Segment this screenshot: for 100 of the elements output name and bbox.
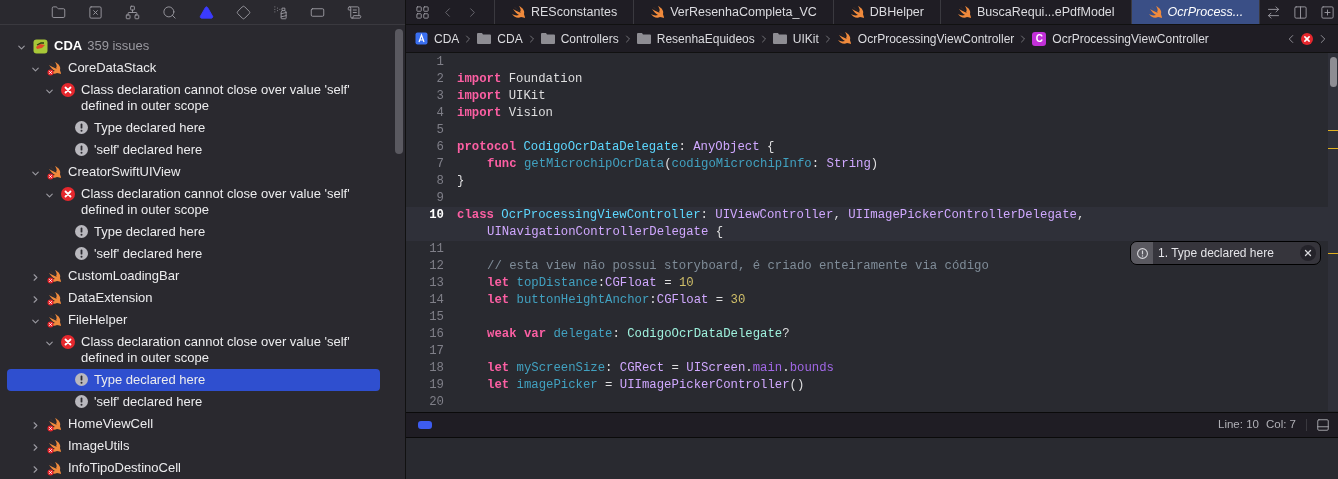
debug-toggle[interactable] [418, 421, 432, 429]
issue-row[interactable]: DataExtension [7, 287, 380, 309]
issue-row[interactable]: 'self' declared here [7, 243, 380, 265]
disclosure-chevron-icon[interactable] [30, 316, 41, 327]
file-name: ImageUtils [68, 438, 131, 454]
diamond-icon[interactable] [236, 4, 251, 20]
swift-file-icon [650, 4, 666, 20]
issue-row[interactable]: Class declaration cannot close over value 'self' defined in outer scope [7, 183, 380, 221]
issue-row[interactable]: Class declaration cannot close over value 'self' defined in outer scope [7, 79, 380, 117]
swift-file-error-icon [47, 313, 62, 328]
file-name: CoreDataStack [68, 60, 158, 76]
disclosure-chevron-icon[interactable] [44, 86, 55, 97]
issue-row[interactable]: Type declared here [7, 369, 380, 391]
file-name: FileHelper [68, 312, 129, 328]
scroll-bar-thumb[interactable] [395, 29, 403, 154]
line-number: 20 [428, 394, 444, 411]
hierarchy-icon[interactable] [125, 4, 140, 20]
folder-icon[interactable] [51, 4, 66, 20]
disclosure-chevron-icon[interactable] [16, 42, 27, 53]
code-line: let imagePicker = UIImagePickerController() [487, 377, 805, 394]
breadcrumb-item[interactable]: CDA [477, 29, 523, 48]
code-line: let topDistance:CGFloat = 10 [487, 275, 694, 292]
editor-tab[interactable]: RESconstantes [495, 0, 635, 24]
panel-toggle-icon[interactable] [1316, 418, 1330, 432]
breadcrumb-item[interactable]: UIKit [772, 29, 819, 48]
issue-row[interactable]: 'self' declared here [7, 391, 380, 413]
editor-tab[interactable]: DBHelper [833, 0, 941, 24]
code-line: // esta view não possui storyboard, é criado enteiramente via código [487, 258, 989, 275]
split-view-icon[interactable] [1293, 4, 1309, 20]
breadcrumb-item[interactable]: C OcrProcessingViewController [1032, 29, 1209, 48]
project-name: CDA [54, 38, 83, 54]
disclosure-chevron-icon[interactable] [44, 338, 55, 349]
note-message: 'self' declared here [94, 142, 204, 158]
exclamation-icon [75, 225, 88, 238]
add-editor-icon[interactable] [1320, 4, 1336, 20]
search-icon[interactable] [162, 4, 177, 20]
spray-can-icon[interactable] [273, 4, 288, 20]
note-message: Type declared here [94, 224, 207, 240]
error-message: Class declaration cannot close over value 'self' defined in outer scope [81, 82, 351, 114]
line-number: 8 [435, 173, 444, 190]
disclosure-chevron-icon[interactable] [30, 64, 41, 75]
line-number: 3 [435, 88, 444, 105]
file-name: CreatorSwiftUIView [68, 164, 182, 180]
cursor-column: Col: 7 [1265, 416, 1296, 434]
project-icon [415, 32, 428, 45]
issue-row[interactable]: Type declared here [7, 117, 380, 139]
document-list-icon[interactable] [347, 4, 362, 20]
disclosure-chevron-icon[interactable] [44, 190, 55, 201]
error-icon [61, 187, 75, 201]
error-icon [61, 335, 75, 349]
issue-row[interactable]: Class declaration cannot close over value 'self' defined in outer scope [7, 331, 380, 369]
breadcrumb-item[interactable]: ResenhaEquideos [636, 29, 755, 48]
issue-row[interactable]: HomeViewCell [7, 413, 380, 435]
issue-row[interactable]: CoreDataStack [7, 57, 380, 79]
code-line: let myScreenSize: CGRect = UIScreen.main.bounds [487, 360, 834, 377]
note-message: Type declared here [94, 120, 207, 136]
folder-icon [772, 33, 787, 44]
line-number: 10 [428, 207, 444, 224]
warning-icon[interactable] [199, 4, 214, 20]
swap-arrows-icon[interactable] [1266, 4, 1282, 20]
editor-tab[interactable]: VerResenhaCompleta_VC [634, 0, 834, 24]
issue-row[interactable]: FileHelper [7, 309, 380, 331]
swift-file-error-icon [47, 291, 62, 306]
line-number: 5 [435, 122, 444, 139]
issue-row[interactable]: InfoTipoDestinoCell [7, 457, 380, 479]
grid-icon[interactable] [415, 4, 430, 20]
editor-tab[interactable]: OcrProcess... [1131, 0, 1261, 24]
square-x-icon[interactable] [88, 4, 103, 20]
issue-row[interactable]: 'self' declared here [7, 139, 380, 161]
issue-row[interactable]: Type declared here [7, 221, 380, 243]
issue-row[interactable]: ImageUtils [7, 435, 380, 457]
code-line: import Foundation [457, 71, 583, 88]
close-icon[interactable] [1303, 248, 1313, 258]
line-number: 1 [435, 54, 444, 71]
issue-annotation[interactable]: 1. Type declared here [1130, 241, 1321, 265]
breadcrumb-item[interactable]: OcrProcessingViewController [836, 29, 1015, 48]
line-number: 16 [428, 326, 444, 343]
code-line: import Vision [457, 105, 553, 122]
file-name: InfoTipoDestinoCell [68, 460, 182, 476]
note-message: Type declared here [94, 372, 207, 388]
line-number: 14 [428, 292, 444, 309]
disclosure-chevron-icon[interactable] [30, 168, 41, 179]
swift-file-icon [836, 31, 852, 46]
folder-icon [636, 33, 651, 44]
line-number: 17 [428, 343, 444, 360]
note-message: 'self' declared here [94, 246, 204, 262]
issue-count: 359 issues [87, 38, 150, 54]
swift-file-icon [511, 4, 526, 20]
code-line: import UIKit [457, 88, 546, 105]
code-line: let buttonHeightAnchor:CGFloat = 30 [487, 292, 746, 309]
breadcrumb-item[interactable]: Controllers [540, 29, 619, 48]
error-icon[interactable] [1301, 32, 1313, 45]
issue-row[interactable]: CreatorSwiftUIView [7, 161, 380, 183]
swift-file-error-icon [47, 269, 62, 284]
swift-file-error-icon [47, 165, 62, 180]
issue-row[interactable]: CustomLoadingBar [7, 265, 380, 287]
issue-row[interactable]: CDA 359 issues [7, 35, 380, 57]
editor-tab[interactable]: BuscaRequi...ePdfModel [941, 0, 1132, 24]
breadcrumb-item[interactable]: CDA [415, 29, 460, 48]
file-name: HomeViewCell [68, 416, 154, 432]
